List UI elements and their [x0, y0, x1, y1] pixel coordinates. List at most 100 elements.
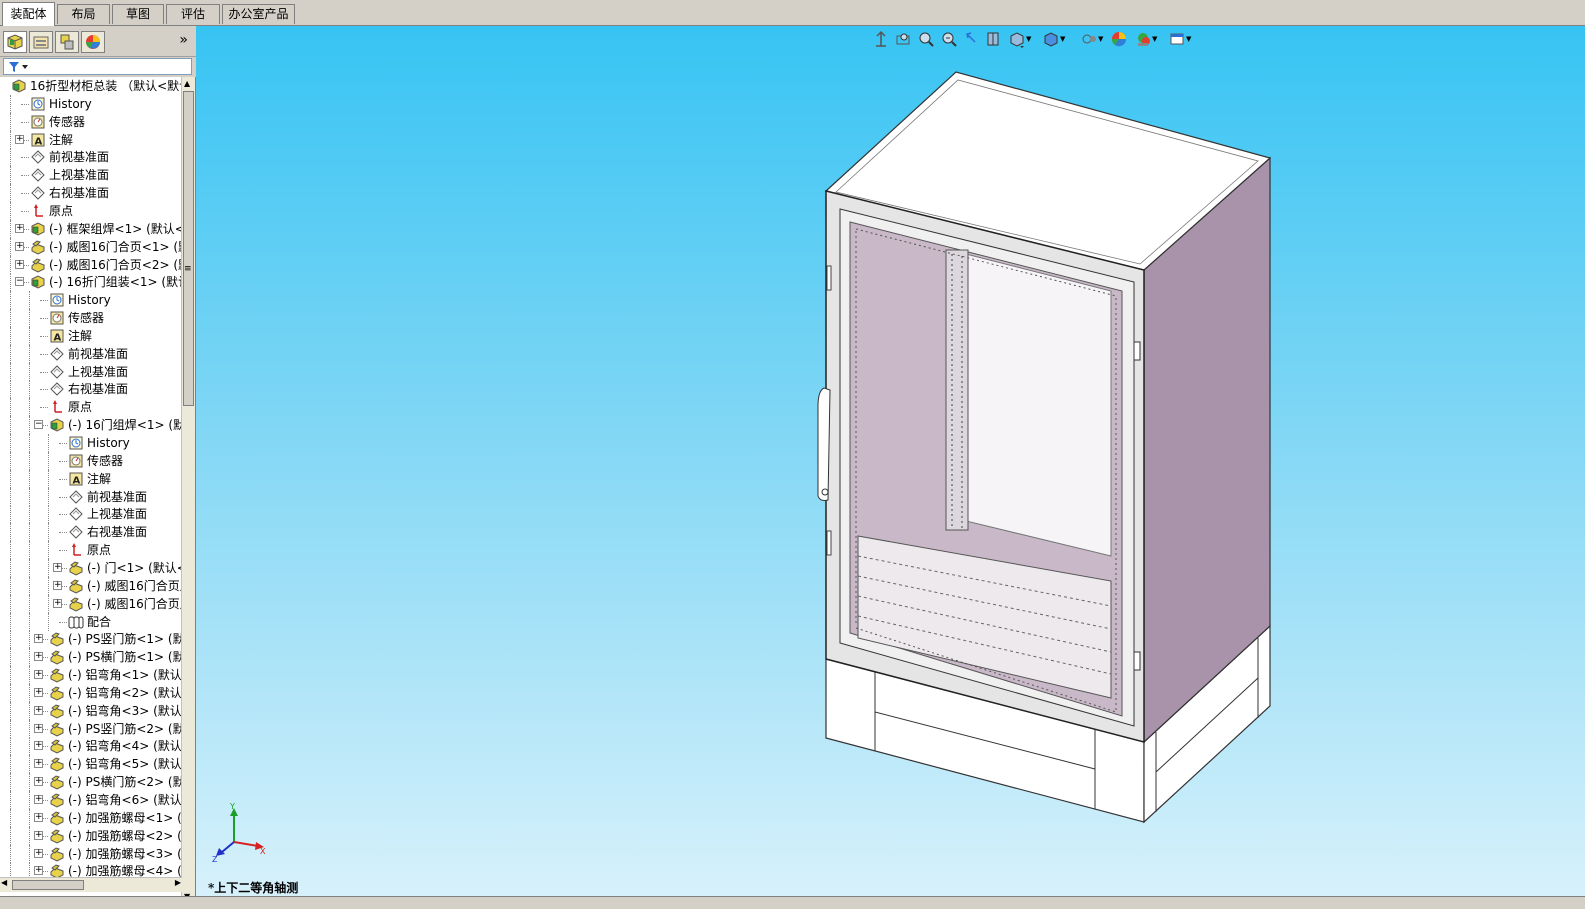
panel-expand-button[interactable]: »: [179, 32, 188, 48]
expand-icon[interactable]: +: [34, 831, 43, 840]
tree-node[interactable]: 传感器: [0, 113, 182, 131]
expand-icon[interactable]: +: [34, 724, 43, 733]
zoom-in-out-icon[interactable]: [940, 30, 958, 48]
tree-node[interactable]: 原点: [0, 202, 182, 220]
scroll-left-arrow-icon[interactable]: ◀: [1, 878, 7, 887]
tree-node[interactable]: A 注解: [0, 470, 182, 488]
tree-node[interactable]: 上视基准面: [0, 166, 182, 184]
expand-icon[interactable]: +: [53, 563, 62, 572]
tree-scroll-thumb[interactable]: [183, 91, 194, 406]
tree-node[interactable]: + (-) 威图16门合页<2> (默认: [0, 256, 182, 274]
expand-icon[interactable]: +: [15, 260, 24, 269]
expand-icon[interactable]: +: [34, 777, 43, 786]
tree-node[interactable]: + (-) 铝弯角<2> (默认<: [0, 684, 182, 702]
tree-node[interactable]: + (-) 加强筋螺母<2> (默: [0, 827, 182, 845]
expand-icon[interactable]: +: [15, 224, 24, 233]
expand-icon[interactable]: +: [15, 242, 24, 251]
cabinet-model[interactable]: [196, 26, 1585, 896]
expand-icon[interactable]: +: [34, 670, 43, 679]
tree-node[interactable]: 前视基准面: [0, 345, 182, 363]
tree-node[interactable]: 原点: [0, 398, 182, 416]
feature-manager-tab[interactable]: [3, 31, 27, 53]
tree-node[interactable]: + (-) 威图16门合页片: [0, 577, 182, 595]
scroll-up-arrow-icon[interactable]: ▲: [184, 79, 190, 88]
tree-node[interactable]: 上视基准面: [0, 363, 182, 381]
tree-node[interactable]: 原点: [0, 541, 182, 559]
tree-node[interactable]: − (-) 16门组焊<1> (默认: [0, 416, 182, 434]
graphics-area[interactable]: ▼ ▼ ▼ ▼ ▼ Y X Z *上下二等角轴测: [196, 26, 1585, 896]
tree-node[interactable]: 右视基准面: [0, 380, 182, 398]
tree-node[interactable]: + (-) 威图16门合页片: [0, 595, 182, 613]
section-view-icon[interactable]: [984, 30, 1002, 48]
tree-node[interactable]: + (-) 铝弯角<3> (默认<: [0, 702, 182, 720]
tree-node[interactable]: 右视基准面: [0, 184, 182, 202]
tree-node[interactable]: 右视基准面: [0, 523, 182, 541]
tab-2[interactable]: 草图: [112, 4, 164, 24]
tree-node[interactable]: + (-) 门<1> (默认<<: [0, 559, 182, 577]
tab-0[interactable]: 装配体: [2, 2, 55, 26]
tree-node[interactable]: + (-) PS横门筋<2> (默认: [0, 773, 182, 791]
dropdown-arrow-icon[interactable]: ▼: [1152, 30, 1160, 48]
tree-node[interactable]: + (-) 框架组焊<1> (默认<默: [0, 220, 182, 238]
tree-node[interactable]: + (-) PS竖门筋<1> (默认: [0, 630, 182, 648]
expand-icon[interactable]: +: [34, 866, 43, 875]
view-settings-icon[interactable]: [1168, 30, 1186, 48]
dropdown-arrow-icon[interactable]: ▼: [1186, 30, 1194, 48]
tree-node[interactable]: + A 注解: [0, 131, 182, 149]
tree-node[interactable]: + (-) PS竖门筋<2> (默认: [0, 720, 182, 738]
tree-node[interactable]: + (-) 铝弯角<1> (默认<: [0, 666, 182, 684]
tree-node[interactable]: 前视基准面: [0, 148, 182, 166]
tree-node[interactable]: + (-) 铝弯角<6> (默认<: [0, 791, 182, 809]
view-orientation-icon[interactable]: [1008, 30, 1026, 48]
tree-node[interactable]: 配合: [0, 613, 182, 631]
dropdown-arrow-icon[interactable]: ▼: [1098, 30, 1106, 48]
display-manager-tab[interactable]: [81, 31, 105, 53]
expand-icon[interactable]: +: [34, 688, 43, 697]
hide-show-icon[interactable]: [1080, 30, 1098, 48]
tree-node[interactable]: + (-) 威图16门合页<1> (默认: [0, 238, 182, 256]
tree-node[interactable]: + (-) 铝弯角<4> (默认<: [0, 737, 182, 755]
tree-node[interactable]: History: [0, 95, 182, 113]
expand-icon[interactable]: +: [34, 634, 43, 643]
expand-icon[interactable]: +: [53, 599, 62, 608]
apply-scene-icon[interactable]: [1134, 30, 1152, 48]
tree-node[interactable]: History: [0, 291, 182, 309]
tree-node[interactable]: + (-) 铝弯角<5> (默认<: [0, 755, 182, 773]
property-manager-tab[interactable]: [29, 31, 53, 53]
zoom-area-icon[interactable]: [917, 30, 935, 48]
expand-icon[interactable]: +: [34, 706, 43, 715]
tab-1[interactable]: 布局: [57, 4, 110, 24]
tree-node[interactable]: History: [0, 434, 182, 452]
view-up-icon[interactable]: [872, 30, 890, 48]
edit-appearance-icon[interactable]: [1110, 30, 1128, 48]
tree-node[interactable]: + (-) 加强筋螺母<1> (默: [0, 809, 182, 827]
scroll-right-arrow-icon[interactable]: ▶: [175, 878, 181, 887]
tree-node[interactable]: 前视基准面: [0, 488, 182, 506]
tree-horizontal-scrollbar[interactable]: ◀ ▶: [0, 877, 182, 892]
expand-icon[interactable]: +: [53, 581, 62, 590]
tree-node[interactable]: A 注解: [0, 327, 182, 345]
tree-filter-input[interactable]: [3, 58, 192, 75]
display-style-icon[interactable]: [1042, 30, 1060, 48]
tree-node[interactable]: 上视基准面: [0, 505, 182, 523]
dropdown-arrow-icon[interactable]: ▼: [1060, 30, 1068, 48]
tab-4[interactable]: 办公室产品: [222, 4, 295, 24]
expand-icon[interactable]: +: [34, 795, 43, 804]
tree-vertical-scrollbar[interactable]: ▲ ≡ ▼: [181, 77, 195, 903]
expand-icon[interactable]: +: [34, 741, 43, 750]
dropdown-arrow-icon[interactable]: ▼: [1026, 30, 1034, 48]
tab-3[interactable]: 评估: [166, 4, 220, 24]
zoom-to-fit-icon[interactable]: [894, 30, 912, 48]
tree-hscroll-thumb[interactable]: [12, 880, 84, 890]
collapse-icon[interactable]: −: [15, 277, 24, 286]
previous-view-icon[interactable]: [963, 30, 981, 48]
expand-icon[interactable]: +: [15, 135, 24, 144]
tree-node[interactable]: 传感器: [0, 309, 182, 327]
tree-node[interactable]: 16折型材柜总装 （默认<默认_: [0, 77, 182, 95]
expand-icon[interactable]: +: [34, 652, 43, 661]
collapse-icon[interactable]: −: [34, 420, 43, 429]
tree-node[interactable]: − (-) 16折门组装<1> (默认-: [0, 273, 182, 291]
tree-node[interactable]: + (-) 加强筋螺母<3> (默: [0, 845, 182, 863]
tree-node[interactable]: 传感器: [0, 452, 182, 470]
configuration-manager-tab[interactable]: [55, 31, 79, 53]
